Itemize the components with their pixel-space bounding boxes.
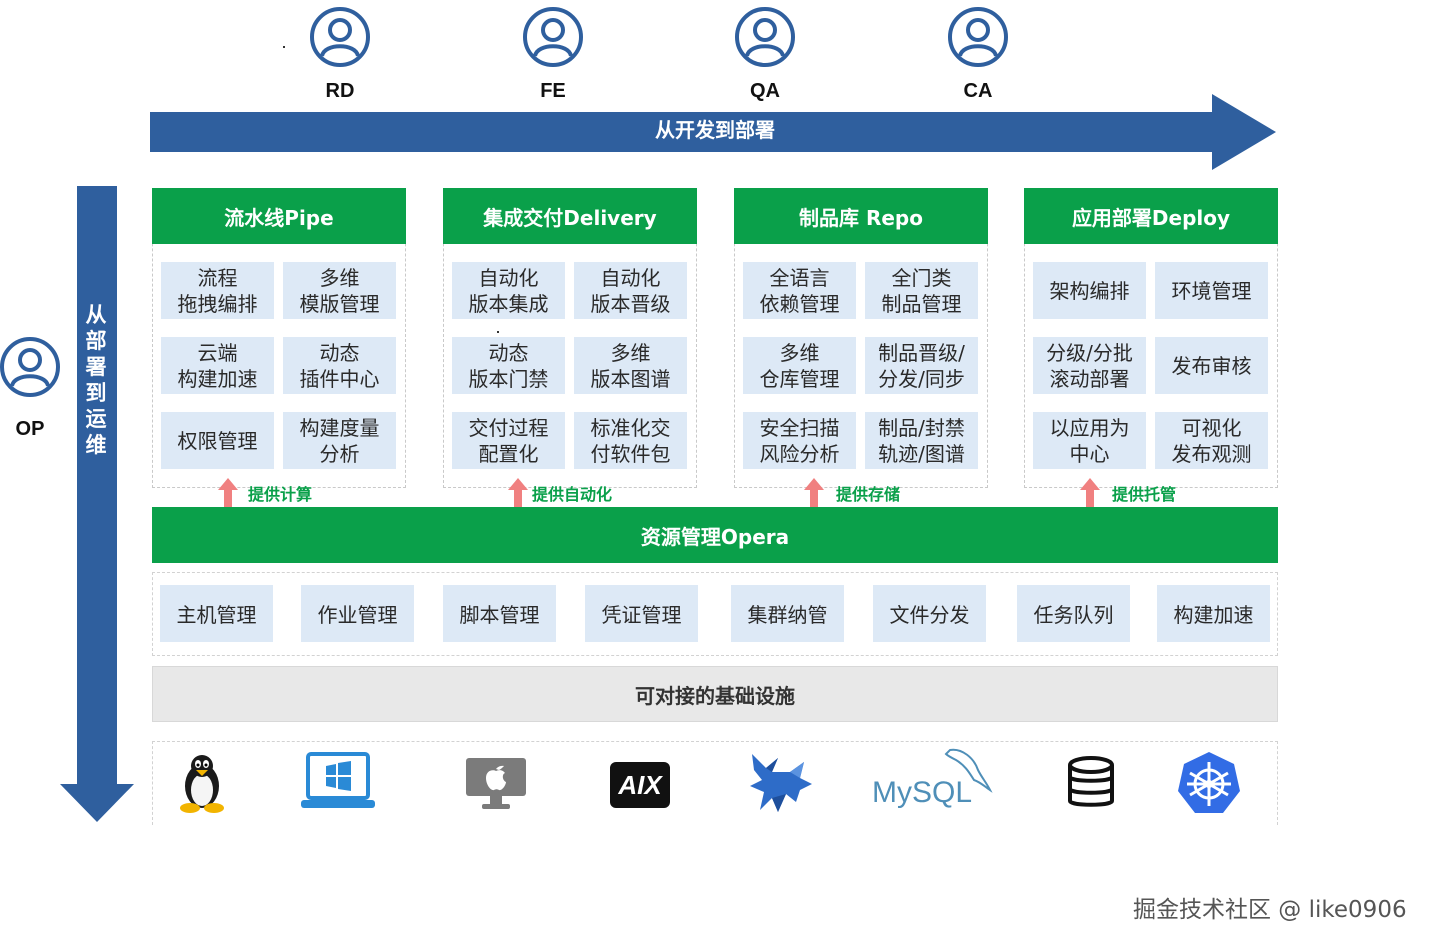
module-delivery: 集成交付Delivery 自动化 版本集成 自动化 版本晋级 动态 版本门禁 多… — [443, 188, 697, 488]
opera-item: 脚本管理 — [443, 585, 556, 642]
deploy-to-ops-label: 从部署到运维 — [85, 303, 107, 457]
feature-cell: 多维 模版管理 — [283, 262, 396, 319]
role-qa: QA — [705, 6, 825, 103]
feature-cell: 架构编排 — [1033, 262, 1146, 319]
module-title: 制品库 Repo — [734, 188, 988, 244]
feature-cell: 多维 版本图谱 — [574, 337, 687, 394]
opera-item: 凭证管理 — [585, 585, 698, 642]
opera-item: 任务队列 — [1017, 585, 1130, 642]
user-icon — [0, 337, 60, 397]
role-rd: RD — [280, 6, 400, 103]
module-title: 集成交付Delivery — [443, 188, 697, 244]
feature-cell: 发布审核 — [1155, 337, 1268, 394]
watermark: 掘金技术社区 @ like0906 — [1133, 897, 1407, 923]
user-icon — [948, 7, 1008, 67]
feature-cell: 权限管理 — [161, 412, 274, 469]
deploy-to-ops-arrow — [60, 186, 134, 822]
user-icon — [310, 7, 370, 67]
feature-cell: 多维 仓库管理 — [743, 337, 856, 394]
user-icon — [735, 7, 795, 67]
svg-text:AIX: AIX — [617, 770, 663, 800]
module-pipe: 流水线Pipe 流程 拖拽编排 多维 模版管理 云端 构建加速 动态 插件中心 … — [152, 188, 406, 488]
feature-cell: 构建度量 分析 — [283, 412, 396, 469]
feature-cell: 可视化 发布观测 — [1155, 412, 1268, 469]
role-ca: CA — [918, 6, 1038, 103]
windows-laptop-icon — [301, 752, 375, 808]
module-title: 流水线Pipe — [152, 188, 406, 244]
provide-label: 提供存储 — [836, 485, 901, 504]
module-repo: 制品库 Repo 全语言 依赖管理 全门类 制品管理 多维 仓库管理 制品晋级/… — [734, 188, 988, 488]
aix-icon: AIX — [610, 762, 670, 808]
macos-apple-icon — [466, 758, 526, 809]
kylin-icon — [750, 754, 812, 812]
feature-cell: 云端 构建加速 — [161, 337, 274, 394]
feature-cell: 环境管理 — [1155, 262, 1268, 319]
arrow-up-icon — [804, 478, 824, 508]
user-icon — [523, 7, 583, 67]
opera-item: 作业管理 — [301, 585, 414, 642]
provide-compute: 提供计算 — [218, 478, 312, 508]
provide-hosting: 提供托管 — [1080, 478, 1176, 508]
mysql-icon: MySQL — [872, 748, 993, 808]
feature-cell: 动态 版本门禁 — [452, 337, 565, 394]
feature-cell: 全语言 依赖管理 — [743, 262, 856, 319]
linux-tux-icon — [180, 755, 224, 813]
feature-cell: 制品/封禁 轨迹/图谱 — [865, 412, 978, 469]
module-title: 应用部署Deploy — [1024, 188, 1278, 244]
module-deploy: 应用部署Deploy 架构编排 环境管理 分级/分批 滚动部署 发布审核 以应用… — [1024, 188, 1278, 488]
role-fe: FE — [493, 6, 613, 103]
provide-automation: 提供自动化 — [508, 478, 612, 508]
opera-item: 集群纳管 — [731, 585, 844, 642]
feature-cell: 以应用为 中心 — [1033, 412, 1146, 469]
feature-cell: 动态 插件中心 — [283, 337, 396, 394]
feature-cell: 交付过程 配置化 — [452, 412, 565, 469]
kubernetes-icon — [1178, 752, 1240, 813]
stray-dot — [497, 331, 499, 333]
opera-item: 构建加速 — [1157, 585, 1270, 642]
feature-cell: 全门类 制品管理 — [865, 262, 978, 319]
feature-cell: 标准化交 付软件包 — [574, 412, 687, 469]
stray-dot — [283, 46, 285, 48]
provide-label: 提供计算 — [248, 485, 313, 504]
database-icon — [1068, 756, 1114, 807]
opera-item: 文件分发 — [873, 585, 986, 642]
provide-storage: 提供存储 — [804, 478, 900, 508]
feature-cell: 自动化 版本集成 — [452, 262, 565, 319]
infrastructure-title: 可对接的基础设施 — [152, 666, 1278, 722]
feature-cell: 制品晋级/ 分发/同步 — [865, 337, 978, 394]
feature-cell: 分级/分批 滚动部署 — [1033, 337, 1146, 394]
dev-to-deploy-label: 从开发到部署 — [655, 118, 775, 142]
feature-cell: 安全扫描 风险分析 — [743, 412, 856, 469]
arrow-up-icon — [218, 478, 238, 508]
arrow-up-icon — [1080, 478, 1100, 508]
opera-item: 主机管理 — [160, 585, 273, 642]
feature-cell: 流程 拖拽编排 — [161, 262, 274, 319]
mysql-text: MySQL — [872, 776, 972, 808]
provide-label: 提供托管 — [1112, 485, 1177, 504]
provide-label: 提供自动化 — [532, 485, 613, 504]
opera-title: 资源管理Opera — [152, 507, 1278, 563]
arrow-up-icon — [508, 478, 528, 508]
feature-cell: 自动化 版本晋级 — [574, 262, 687, 319]
